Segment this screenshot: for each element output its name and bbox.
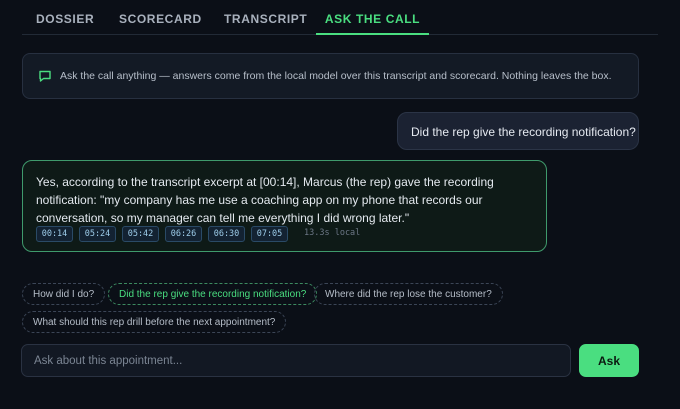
suggestion-chip-active[interactable]: Did the rep give the recording notificat… bbox=[108, 283, 318, 305]
user-question-bubble: Did the rep give the recording notificat… bbox=[397, 112, 639, 150]
tab-dossier[interactable]: DOSSIER bbox=[36, 12, 94, 35]
timestamp-chip[interactable]: 06:26 bbox=[165, 226, 202, 242]
assistant-answer-bubble: Yes, according to the transcript excerpt… bbox=[22, 160, 547, 252]
tab-bar: DOSSIER SCORECARD TRANSCRIPT ASK THE CAL… bbox=[22, 0, 658, 35]
answer-text: Yes, according to the transcript excerpt… bbox=[36, 175, 494, 225]
chat-bubble-icon bbox=[39, 70, 51, 82]
suggestion-chip[interactable]: Where did the rep lose the customer? bbox=[314, 283, 503, 305]
timestamp-chip[interactable]: 07:05 bbox=[251, 226, 288, 242]
tab-scorecard[interactable]: SCORECARD bbox=[119, 12, 202, 35]
tab-ask-the-call[interactable]: ASK THE CALL bbox=[316, 12, 429, 35]
notice-text: Ask the call anything — answers come fro… bbox=[60, 70, 612, 82]
suggestion-chip[interactable]: How did I do? bbox=[22, 283, 106, 305]
timestamp-chip[interactable]: 05:24 bbox=[79, 226, 116, 242]
ask-input[interactable] bbox=[21, 344, 571, 377]
timestamp-chip[interactable]: 00:14 bbox=[36, 226, 73, 242]
latency-label: 13.3s local bbox=[304, 228, 361, 238]
timestamp-chip[interactable]: 06:30 bbox=[208, 226, 245, 242]
info-notice: Ask the call anything — answers come fro… bbox=[22, 53, 639, 99]
ask-button[interactable]: Ask bbox=[579, 344, 639, 377]
timestamp-chip[interactable]: 05:42 bbox=[122, 226, 159, 242]
tab-transcript[interactable]: TRANSCRIPT bbox=[224, 12, 307, 35]
suggestion-chip[interactable]: What should this rep drill before the ne… bbox=[22, 311, 287, 333]
